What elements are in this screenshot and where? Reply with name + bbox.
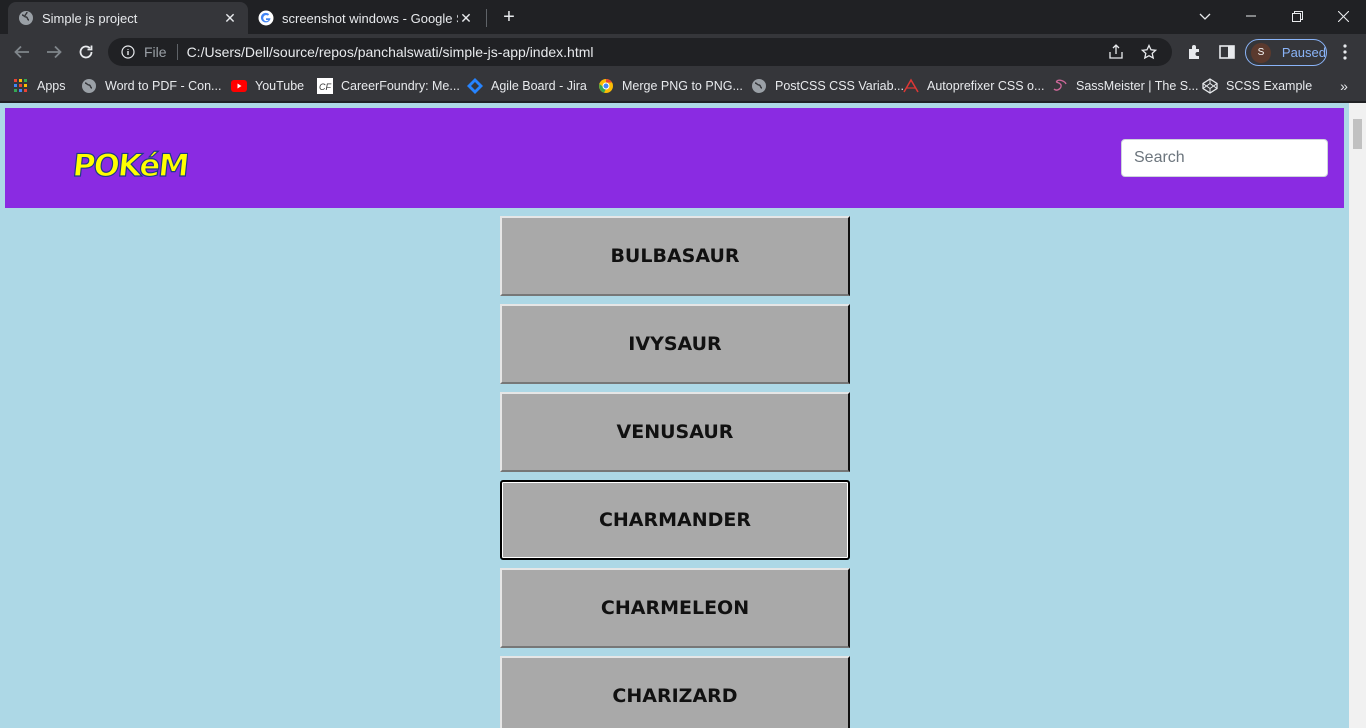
close-tab-icon[interactable]: ✕ [222, 10, 238, 26]
bookmarks-bar: Apps Word to PDF - Con... YouTube CF Car… [0, 70, 1366, 102]
url-text[interactable]: C:/Users/Dell/source/repos/panchalswati/… [187, 44, 1106, 60]
pokemon-list: BULBASAUR IVYSAUR VENUSAUR CHARMANDER CH… [500, 216, 850, 728]
pokemon-button-bulbasaur[interactable]: BULBASAUR [500, 216, 850, 296]
list-item: BULBASAUR [500, 216, 850, 296]
bookmark-label: Agile Board - Jira [491, 79, 587, 93]
bookmark-label: CareerFoundry: Me... [341, 79, 460, 93]
svg-text:CF: CF [319, 82, 331, 92]
minimize-button[interactable] [1228, 0, 1274, 32]
jira-icon [467, 78, 483, 94]
bookmark-label: PostCSS CSS Variab... [775, 79, 904, 93]
bookmark-star-icon[interactable] [1139, 42, 1159, 62]
bookmark-youtube[interactable]: YouTube [231, 76, 304, 96]
tab-strip: Simple js project ✕ screenshot windows -… [0, 0, 1366, 34]
tab-google-search[interactable]: screenshot windows - Google Se ✕ [248, 2, 484, 34]
pokemon-button-charmander[interactable]: CHARMANDER [500, 480, 850, 560]
pokemon-button-charmeleon[interactable]: CHARMELEON [500, 568, 850, 648]
address-separator [176, 44, 178, 60]
bookmark-jira[interactable]: Agile Board - Jira [467, 76, 587, 96]
chrome-icon [598, 78, 614, 94]
page-viewport: POKéMON BULBASAUR IVYSAUR VENUSAUR CHARM… [0, 103, 1366, 728]
close-window-button[interactable] [1320, 0, 1366, 32]
sync-status-label: Paused [1281, 45, 1326, 60]
youtube-icon [231, 78, 247, 94]
list-item: VENUSAUR [500, 392, 850, 472]
codepen-icon [1202, 78, 1218, 94]
bookmark-careerfoundry[interactable]: CF CareerFoundry: Me... [317, 76, 460, 96]
bookmark-postcss[interactable]: PostCSS CSS Variab... [751, 76, 904, 96]
forward-button[interactable] [40, 38, 68, 66]
more-bookmarks-chevron-icon[interactable]: » [1334, 76, 1354, 96]
bookmark-word-to-pdf[interactable]: Word to PDF - Con... [81, 76, 221, 96]
reload-button[interactable] [72, 38, 100, 66]
tab-title: Simple js project [42, 10, 138, 26]
list-item: CHARIZARD [500, 656, 850, 728]
bookmark-sassmeister[interactable]: SassMeister | The S... [1052, 76, 1199, 96]
bookmark-apps[interactable]: Apps [13, 76, 66, 96]
google-icon [258, 10, 274, 26]
pokemon-logo[interactable]: POKéMON [73, 136, 188, 186]
pokemon-button-ivysaur[interactable]: IVYSAUR [500, 304, 850, 384]
globe-icon [81, 78, 97, 94]
list-item: CHARMANDER [500, 480, 850, 560]
restore-button[interactable] [1274, 0, 1320, 32]
bookmark-label: YouTube [255, 79, 305, 93]
share-icon[interactable] [1106, 42, 1126, 62]
bookmark-merge-png[interactable]: Merge PNG to PNG... [598, 76, 743, 96]
pokemon-button-charizard[interactable]: CHARIZARD [500, 656, 850, 728]
scrollbar-thumb[interactable] [1353, 119, 1362, 149]
extensions-puzzle-icon[interactable] [1185, 42, 1205, 62]
careerfoundry-icon: CF [317, 78, 333, 94]
bookmark-label: Merge PNG to PNG... [622, 79, 743, 93]
reload-icon [79, 45, 93, 59]
bookmark-label: Autoprefixer CSS o... [927, 79, 1045, 93]
tab-separator [486, 9, 487, 27]
bookmark-autoprefixer[interactable]: Autoprefixer CSS o... [903, 76, 1044, 96]
list-item: CHARMELEON [500, 568, 850, 648]
tab-search-chevron-icon[interactable] [1182, 0, 1228, 32]
bookmark-label: Apps [37, 79, 66, 93]
search-input[interactable] [1121, 139, 1328, 177]
side-panel-icon[interactable] [1217, 42, 1237, 62]
kebab-menu-icon[interactable] [1335, 42, 1355, 62]
address-bar[interactable]: File C:/Users/Dell/source/repos/panchals… [108, 38, 1172, 66]
pokemon-button-venusaur[interactable]: VENUSAUR [500, 392, 850, 472]
bookmark-label: SCSS Example [1226, 79, 1313, 93]
scheme-label: File [144, 44, 167, 60]
forward-arrow-icon [47, 45, 62, 59]
list-item: IVYSAUR [500, 304, 850, 384]
globe-icon [18, 10, 34, 26]
svg-text:POKéMON: POKéMON [73, 148, 188, 184]
profile-button[interactable]: S Paused [1245, 39, 1327, 66]
bookmark-label: Word to PDF - Con... [105, 79, 222, 93]
globe-icon [751, 78, 767, 94]
site-header: POKéMON [5, 108, 1344, 208]
bookmark-scss-example[interactable]: SCSS Example [1202, 76, 1312, 96]
new-tab-button[interactable]: + [498, 6, 520, 28]
info-icon[interactable] [120, 44, 136, 60]
browser-toolbar: File C:/Users/Dell/source/repos/panchals… [0, 34, 1366, 70]
back-button[interactable] [8, 38, 36, 66]
autoprefixer-icon [903, 78, 919, 94]
avatar: S [1251, 42, 1271, 63]
tab-title: screenshot windows - Google Se [282, 10, 458, 26]
apps-grid-icon [13, 78, 29, 94]
back-arrow-icon [14, 45, 29, 59]
close-tab-icon[interactable]: ✕ [458, 10, 474, 26]
tab-simple-js-project[interactable]: Simple js project ✕ [8, 2, 248, 34]
vertical-scrollbar[interactable] [1349, 103, 1366, 728]
bookmark-label: SassMeister | The S... [1076, 79, 1199, 93]
sass-icon [1052, 78, 1068, 94]
